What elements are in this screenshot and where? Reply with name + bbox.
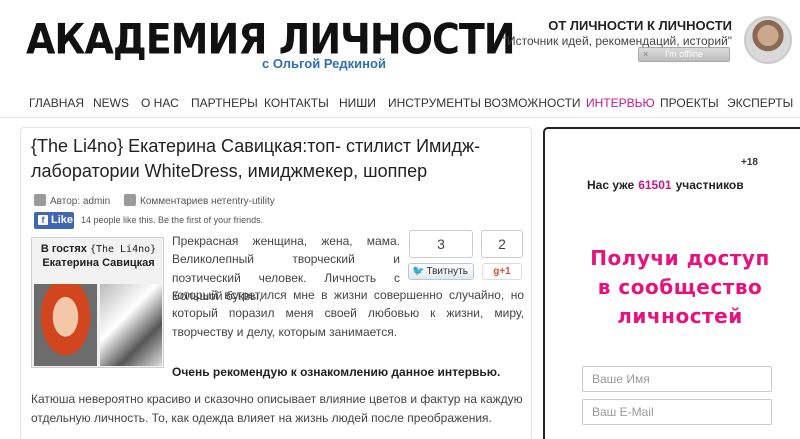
tweet-label: Твитнуть <box>426 266 468 277</box>
nav-item-news[interactable]: NEWS <box>93 96 129 110</box>
tweet-button[interactable]: 🐦 Твитнуть <box>408 263 474 280</box>
article-paragraph: Катюша невероятно красиво и сказочно опи… <box>31 392 523 425</box>
guest-photo-bw <box>100 284 162 366</box>
facebook-like-text: 14 people like this. Be the first of you… <box>81 215 264 225</box>
members-suffix: участников <box>675 178 744 192</box>
comments-label: Комментариев нетentry-utility <box>140 196 275 207</box>
nav-item-partners[interactable]: ПАРТНЕРЫ <box>191 96 258 110</box>
nav-item-niches[interactable]: НИШИ <box>339 96 376 110</box>
members-count: 61501 <box>638 178 672 192</box>
gplus-button[interactable]: g+1 <box>482 263 522 280</box>
article-recommendation: Очень рекомендую к ознакомлению данное и… <box>172 365 501 379</box>
tagline-title: ОТ ЛИЧНОСТИ К ЛИЧНОСТИ <box>548 18 732 33</box>
chat-status-label: I'm offline <box>664 49 704 59</box>
nav-item-home[interactable]: ГЛАВНАЯ <box>29 96 84 110</box>
twitter-icon: 🐦 <box>412 266 425 277</box>
article-intro-continued: который встретился мне в жизни совершенн… <box>172 288 524 339</box>
subscribe-headline: Получи доступ в сообщество личностей <box>590 246 770 328</box>
facebook-like-button[interactable]: f Like <box>34 212 74 229</box>
members-count-text: Нас уже 61501 участников <box>587 178 744 192</box>
name-field[interactable]: Ваше Имя <box>582 366 772 392</box>
chat-status-button[interactable]: × I'm offline <box>638 47 730 62</box>
email-field[interactable]: Ваш E-Mail <box>582 399 772 425</box>
age-badge: +18 <box>741 157 758 168</box>
site-tagline: ОТ ЛИЧНОСТИ К ЛИЧНОСТИ "Источник идей, р… <box>503 18 732 48</box>
main-nav: ГЛАВНАЯ NEWS О НАС ПАРТНЕРЫ КОНТАКТЫ НИШ… <box>0 90 800 118</box>
user-icon <box>34 194 46 206</box>
guest-photo-portrait <box>34 284 97 366</box>
author-label: Автор: admin <box>50 196 111 207</box>
nav-item-experts[interactable]: ЭКСПЕРТЫ <box>727 96 793 110</box>
article-title[interactable]: {The Li4no} Екатерина Савицкая:топ- стил… <box>31 134 531 184</box>
close-icon[interactable]: × <box>643 48 648 61</box>
article-comments[interactable]: Комментариев нетentry-utility <box>124 194 275 207</box>
members-prefix: Нас уже <box>587 178 635 192</box>
nav-item-about[interactable]: О НАС <box>141 96 179 110</box>
avatar <box>744 16 792 64</box>
nav-item-tools[interactable]: ИНСТРУМЕНТЫ <box>388 96 481 110</box>
nav-item-contacts[interactable]: КОНТАКТЫ <box>264 96 329 110</box>
guest-name: Екатерина Савицкая <box>42 257 155 269</box>
tweet-count: 3 <box>409 230 473 258</box>
facebook-icon: f <box>38 215 48 225</box>
nav-item-interviews[interactable]: ИНТЕРВЬЮ <box>586 96 655 110</box>
site-logo-subtitle: с Ольгой Редкиной <box>262 56 386 71</box>
article-author: Автор: admin <box>34 194 110 207</box>
tagline-subtitle: "Источник идей, рекомендаций, историй" <box>502 34 732 48</box>
guest-caption-line1: В гостях {The Li4no} <box>32 243 165 255</box>
gplus-count: 2 <box>481 230 523 258</box>
guest-tag: {The Li4no} <box>89 244 157 255</box>
nav-item-projects[interactable]: ПРОЕКТЫ <box>660 96 719 110</box>
guest-image: В гостях {The Li4no} Екатерина Савицкая <box>31 237 164 368</box>
nav-item-opportunities[interactable]: ВОЗМОЖНОСТИ <box>484 96 581 110</box>
guest-prefix: В гостях <box>40 243 87 255</box>
comment-icon <box>124 194 136 206</box>
facebook-like-label: Like <box>51 214 74 226</box>
